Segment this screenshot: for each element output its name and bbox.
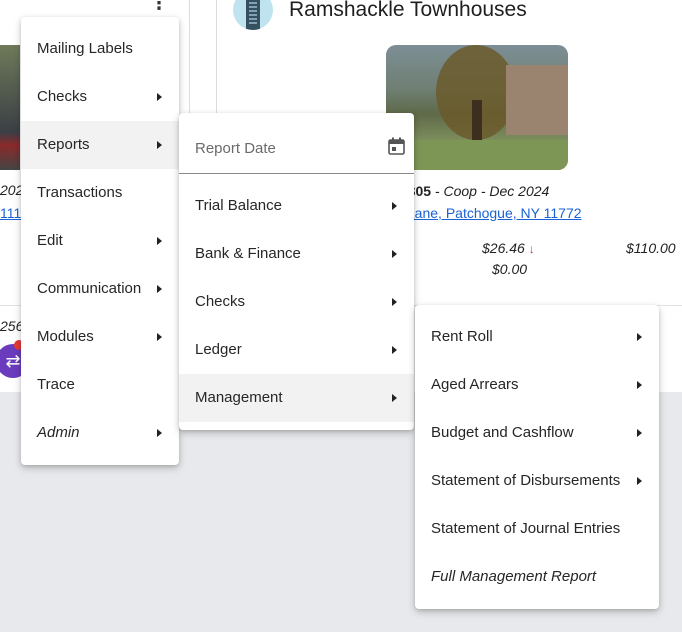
amount-value: $26.46 ↓ — [482, 240, 535, 256]
chevron-right-icon — [637, 477, 642, 485]
menu-item-mailing-labels[interactable]: Mailing Labels — [21, 25, 179, 73]
left-card-link[interactable]: 111 — [0, 205, 21, 221]
submenu-item-rent-roll[interactable]: Rent Roll — [415, 313, 659, 361]
chevron-right-icon — [392, 202, 397, 210]
amount-total: $110.00 — [626, 240, 676, 256]
chevron-right-icon — [637, 429, 642, 437]
menu-item-communication[interactable]: Communication — [21, 265, 179, 313]
submenu-item-trial-balance[interactable]: Trial Balance — [179, 182, 414, 230]
amount-secondary: $0.00 — [492, 261, 528, 277]
menu-item-reports[interactable]: Reports — [21, 121, 179, 169]
submenu-item-aged-arrears[interactable]: Aged Arrears — [415, 361, 659, 409]
report-date-placeholder: Report Date — [195, 140, 276, 157]
menu-item-transactions[interactable]: Transactions — [21, 169, 179, 217]
submenu-item-budget-cashflow[interactable]: Budget and Cashflow — [415, 409, 659, 457]
property-info: g 305 - Coop - Dec 2024 — [396, 183, 550, 199]
submenu-item-bank-finance[interactable]: Bank & Finance — [179, 230, 414, 278]
property-title: Ramshackle Townhouses — [289, 0, 527, 21]
chevron-right-icon — [157, 333, 162, 341]
property-address-link[interactable]: k Lane, Patchogue, NY 11772 — [396, 205, 582, 221]
calendar-icon[interactable] — [388, 137, 405, 155]
report-date-field[interactable]: Report Date — [179, 121, 414, 174]
chevron-right-icon — [392, 298, 397, 306]
submenu-item-full-management-report[interactable]: Full Management Report — [415, 553, 659, 601]
submenu-item-ledger[interactable]: Ledger — [179, 326, 414, 374]
left-property-photo — [0, 45, 20, 170]
submenu-item-checks[interactable]: Checks — [179, 278, 414, 326]
management-submenu: Rent Roll Aged Arrears Budget and Cashfl… — [415, 305, 659, 609]
arrow-down-icon: ↓ — [528, 242, 535, 256]
submenu-item-statement-disbursements[interactable]: Statement of Disbursements — [415, 457, 659, 505]
submenu-item-management[interactable]: Management — [179, 374, 414, 422]
chevron-right-icon — [637, 381, 642, 389]
left-card-year: 202 — [0, 182, 24, 198]
kebab-menu-icon[interactable]: ⋮ — [150, 0, 168, 12]
chevron-right-icon — [637, 333, 642, 341]
chevron-right-icon — [157, 429, 162, 437]
chevron-right-icon — [157, 285, 162, 293]
context-menu: Mailing Labels Checks Reports Transactio… — [21, 17, 179, 465]
chevron-right-icon — [392, 250, 397, 258]
chevron-right-icon — [392, 394, 397, 402]
chevron-right-icon — [157, 93, 162, 101]
menu-item-checks[interactable]: Checks — [21, 73, 179, 121]
submenu-item-statement-journal-entries[interactable]: Statement of Journal Entries — [415, 505, 659, 553]
menu-item-trace[interactable]: Trace — [21, 361, 179, 409]
chevron-right-icon — [157, 141, 162, 149]
chevron-right-icon — [157, 237, 162, 245]
menu-item-modules[interactable]: Modules — [21, 313, 179, 361]
reports-submenu: Report Date Trial Balance Bank & Finance… — [179, 113, 414, 430]
menu-item-edit[interactable]: Edit — [21, 217, 179, 265]
chevron-right-icon — [392, 346, 397, 354]
menu-item-admin[interactable]: Admin — [21, 409, 179, 457]
